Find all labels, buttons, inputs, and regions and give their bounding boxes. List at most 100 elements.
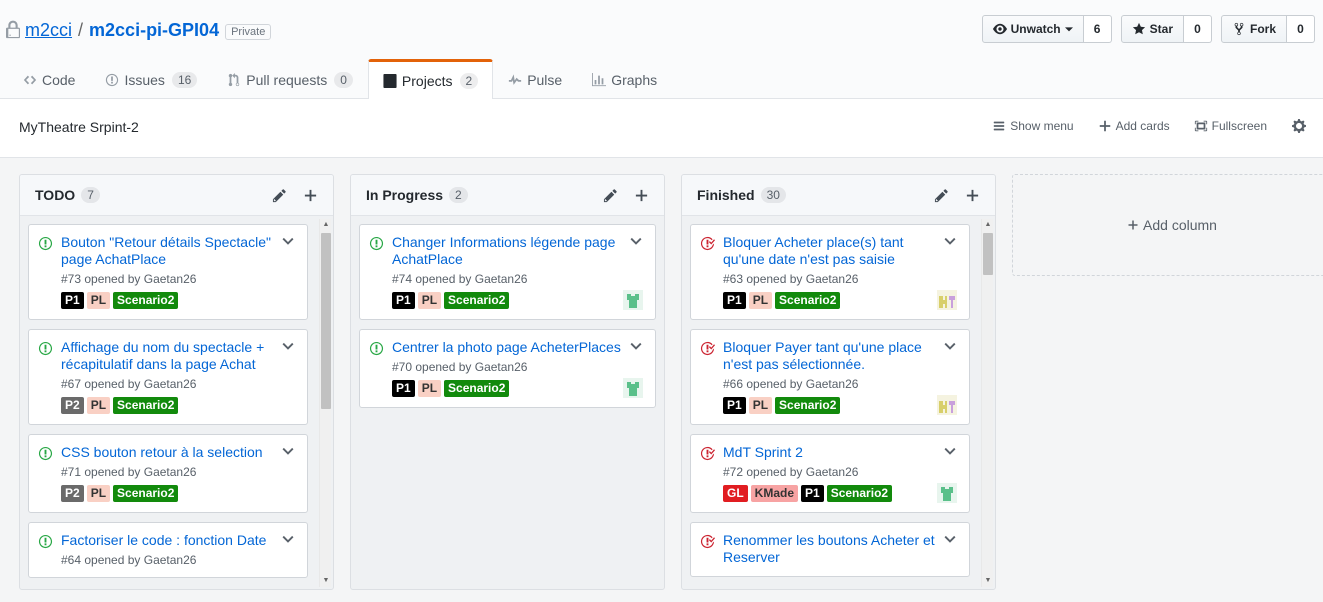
fork-button[interactable]: Fork [1220, 15, 1287, 43]
label-badge[interactable]: PL [417, 292, 442, 309]
show-menu-button[interactable]: Show menu [992, 119, 1074, 133]
chevron-down-icon[interactable] [944, 445, 956, 457]
column-header: In Progress 2 [351, 175, 664, 216]
label-badge[interactable]: PL [86, 397, 111, 414]
label-badge[interactable]: Scenario2 [775, 292, 841, 309]
chevron-down-icon[interactable] [944, 533, 956, 545]
add-column-button[interactable]: Add column [1012, 174, 1323, 276]
unwatch-button[interactable]: Unwatch [981, 15, 1084, 43]
card-title[interactable]: Centrer la photo page AcheterPlaces [392, 339, 645, 356]
label-badge[interactable]: P2 [61, 397, 84, 414]
fullscreen-button[interactable]: Fullscreen [1194, 119, 1267, 133]
scroll-down-arrow[interactable]: ▼ [320, 575, 332, 587]
plus-icon[interactable] [965, 188, 980, 203]
card-title[interactable]: CSS bouton retour à la selection [61, 444, 297, 461]
label-badge[interactable]: PL [417, 380, 442, 397]
column-scrollbar[interactable]: ▲ ▼ [981, 219, 993, 587]
card-title[interactable]: Renommer les boutons Acheter et Reserver [723, 532, 959, 566]
scrollbar-thumb[interactable] [983, 233, 993, 275]
label-badge[interactable]: GL [723, 485, 748, 502]
issue-card[interactable]: Bloquer Acheter place(s) tant qu'une dat… [690, 224, 970, 320]
avatar[interactable] [623, 378, 643, 398]
card-title[interactable]: Affichage du nom du spectacle + récapitu… [61, 339, 297, 373]
chevron-down-icon[interactable] [630, 340, 642, 352]
card-title[interactable]: Bloquer Acheter place(s) tant qu'une dat… [723, 234, 959, 268]
chevron-down-icon[interactable] [282, 533, 294, 545]
label-badge[interactable]: Scenario2 [113, 397, 179, 414]
avatar[interactable] [937, 395, 957, 415]
plus-icon [1099, 120, 1110, 132]
plus-icon[interactable] [303, 188, 318, 203]
pencil-icon[interactable] [603, 188, 618, 203]
chevron-down-icon[interactable] [630, 235, 642, 247]
issue-card[interactable]: Changer Informations légende page AchatP… [359, 224, 656, 320]
scroll-up-arrow[interactable]: ▲ [320, 219, 332, 231]
issue-card[interactable]: Bouton "Retour détails Spectacle" page A… [28, 224, 308, 320]
label-badge[interactable]: PL [86, 292, 111, 309]
card-title[interactable]: Factoriser le code : fonction Date [61, 532, 297, 549]
repo-header: m2cci / m2cci-pi-GPI04 Private Unwatch 6… [0, 0, 1323, 100]
tab-graphs[interactable]: Graphs [577, 59, 672, 99]
issue-card[interactable]: CSS bouton retour à la selection #71 ope… [28, 434, 308, 513]
label-badge[interactable]: P2 [61, 485, 84, 502]
repo-owner-link[interactable]: m2cci [25, 20, 72, 41]
issue-card[interactable]: Factoriser le code : fonction Date #64 o… [28, 522, 308, 578]
card-meta: #64 opened by Gaetan26 [61, 553, 197, 567]
pencil-icon[interactable] [934, 188, 949, 203]
tab-pulse[interactable]: Pulse [493, 59, 577, 99]
star-button[interactable]: Star [1120, 15, 1184, 43]
private-badge: Private [225, 24, 272, 40]
issue-card[interactable]: Affichage du nom du spectacle + récapitu… [28, 329, 308, 425]
issue-card[interactable]: Bloquer Payer tant qu'une place n'est pa… [690, 329, 970, 425]
column-scrollbar[interactable]: ▲ ▼ [319, 219, 331, 587]
settings-button[interactable] [1291, 118, 1307, 134]
tab-issues[interactable]: Issues 16 [90, 59, 212, 99]
add-cards-button[interactable]: Add cards [1098, 119, 1170, 133]
label-badge[interactable]: Scenario2 [113, 485, 179, 502]
chevron-down-icon[interactable] [282, 340, 294, 352]
label-badge[interactable]: Scenario2 [113, 292, 179, 309]
issue-card[interactable]: MdT Sprint 2 #72 opened by Gaetan26 GL K… [690, 434, 970, 513]
label-badge[interactable]: Scenario2 [444, 380, 510, 397]
card-title[interactable]: Changer Informations légende page AchatP… [392, 234, 645, 268]
label-badge[interactable]: Scenario2 [826, 485, 893, 502]
card-title[interactable]: MdT Sprint 2 [723, 444, 959, 461]
issue-icon [106, 73, 119, 87]
tab-projects[interactable]: Projects 2 [367, 59, 494, 100]
label-badge[interactable]: Scenario2 [444, 292, 510, 309]
forks-count[interactable]: 0 [1287, 15, 1315, 43]
scroll-down-arrow[interactable]: ▼ [982, 575, 994, 587]
chevron-down-icon[interactable] [282, 235, 294, 247]
label-badge[interactable]: P1 [392, 292, 415, 309]
label-badge[interactable]: P1 [723, 397, 746, 414]
label-badge[interactable]: PL [748, 397, 773, 414]
pencil-icon[interactable] [272, 188, 287, 203]
label-badge[interactable]: P1 [392, 380, 415, 397]
label-badge[interactable]: KMade [750, 485, 799, 502]
card-title[interactable]: Bouton "Retour détails Spectacle" page A… [61, 234, 297, 268]
avatar[interactable] [937, 483, 957, 503]
star-group: Star 0 [1120, 15, 1212, 43]
chevron-down-icon[interactable] [282, 445, 294, 457]
scroll-up-arrow[interactable]: ▲ [982, 219, 994, 231]
label-badge[interactable]: P1 [723, 292, 746, 309]
tab-pull-requests[interactable]: Pull requests 0 [212, 59, 368, 99]
chevron-down-icon[interactable] [944, 235, 956, 247]
scrollbar-thumb[interactable] [321, 233, 331, 409]
chevron-down-icon[interactable] [944, 340, 956, 352]
issue-card[interactable]: Renommer les boutons Acheter et Reserver [690, 522, 970, 577]
card-title[interactable]: Bloquer Payer tant qu'une place n'est pa… [723, 339, 959, 373]
repo-name-link[interactable]: m2cci-pi-GPI04 [89, 20, 219, 41]
avatar[interactable] [937, 290, 957, 310]
label-badge[interactable]: P1 [801, 485, 824, 502]
stargazers-count[interactable]: 0 [1183, 15, 1212, 43]
label-badge[interactable]: Scenario2 [775, 397, 841, 414]
label-badge[interactable]: PL [748, 292, 773, 309]
issue-card[interactable]: Centrer la photo page AcheterPlaces #70 … [359, 329, 656, 408]
plus-icon[interactable] [634, 188, 649, 203]
watchers-count[interactable]: 6 [1083, 15, 1112, 43]
avatar[interactable] [623, 290, 643, 310]
label-badge[interactable]: P1 [61, 292, 84, 309]
label-badge[interactable]: PL [86, 485, 111, 502]
tab-code[interactable]: Code [8, 59, 90, 99]
